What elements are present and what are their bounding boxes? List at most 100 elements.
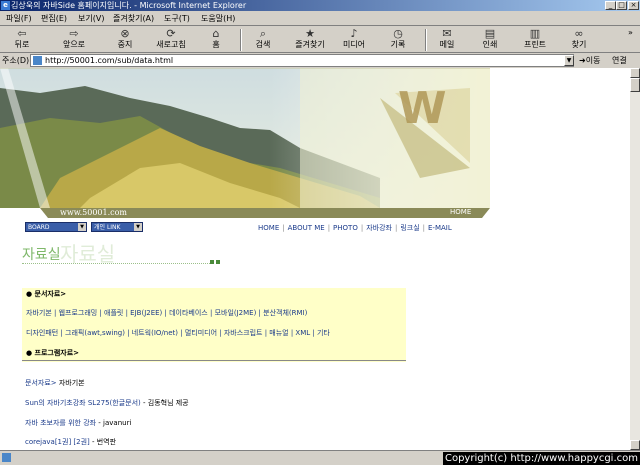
nav-links[interactable]: 링크실 bbox=[400, 224, 419, 232]
entry-link[interactable]: corejava[1권] [2권] bbox=[25, 438, 90, 446]
toolbar-overflow-icon[interactable]: » bbox=[628, 28, 633, 37]
menu-edit[interactable]: 편집(E) bbox=[41, 13, 67, 24]
back-button[interactable]: ⇦ 뒤로 bbox=[6, 28, 38, 52]
printer-icon: ▥ bbox=[529, 27, 541, 40]
media-icon: ♪ bbox=[350, 27, 358, 40]
vertical-scrollbar[interactable] bbox=[630, 68, 640, 450]
cat-mobile[interactable]: 모바일(J2ME) bbox=[215, 309, 257, 317]
address-label: 주소(D) bbox=[2, 56, 30, 65]
cat-database[interactable]: 데이타베이스 bbox=[169, 309, 208, 317]
history-icon: ◷ bbox=[393, 27, 403, 40]
status-bar: Copyright(c) http://www.happycgi.com bbox=[0, 450, 640, 465]
refresh-button[interactable]: ⟳ 새로고침 bbox=[152, 28, 190, 52]
svg-text:W: W bbox=[398, 83, 447, 134]
cat-web-programming[interactable]: 웹프로그래밍 bbox=[59, 309, 98, 317]
list-item: corejava[1권] [2권] - 번역판 bbox=[25, 438, 117, 446]
cat-rmi[interactable]: 분산객체(RMI) bbox=[263, 309, 307, 317]
home-icon: ⌂ bbox=[212, 27, 220, 40]
toolbar-separator bbox=[240, 29, 242, 51]
page-content: W www.50001.com HOME BOARD ▼ 개인 LINK ▼ H… bbox=[0, 68, 630, 450]
cat-manual[interactable]: 매뉴얼 bbox=[269, 329, 288, 337]
entry-link[interactable]: Sun의 자바기초강좌 SL275(한글문서) bbox=[25, 399, 141, 407]
category-row-2: 디자인패턴 | 그래픽(awt,swing) | 네트웍(IO/net) | 멀… bbox=[26, 329, 330, 337]
cat-applet[interactable]: 애플릿 bbox=[104, 309, 123, 317]
refresh-icon: ⟳ bbox=[166, 27, 176, 40]
address-input[interactable]: http://50001.com/sub/data.html bbox=[30, 54, 574, 67]
menu-help[interactable]: 도움말(H) bbox=[201, 13, 235, 24]
menu-tools[interactable]: 도구(T) bbox=[164, 13, 190, 24]
scroll-thumb[interactable] bbox=[630, 78, 640, 92]
chevron-down-icon: ▼ bbox=[78, 223, 86, 231]
forward-arrow-icon: ⇨ bbox=[69, 27, 79, 40]
history-button[interactable]: ◷ 기록 bbox=[386, 28, 410, 52]
favorites-icon: ★ bbox=[305, 27, 315, 40]
stop-icon: ⊗ bbox=[120, 27, 130, 40]
back-arrow-icon: ⇦ bbox=[17, 27, 27, 40]
cat-etc[interactable]: 기타 bbox=[317, 329, 330, 337]
minimize-button[interactable]: _ bbox=[605, 1, 616, 10]
cat-graphics[interactable]: 그래픽(awt,swing) bbox=[65, 329, 125, 337]
decor-square bbox=[216, 260, 220, 264]
scroll-down-button[interactable] bbox=[630, 440, 640, 450]
go-arrow-icon: ➜ bbox=[579, 56, 586, 65]
printer-icon: ▤ bbox=[484, 27, 496, 40]
home-button[interactable]: ⌂ 홈 bbox=[205, 28, 227, 52]
cat-java-basic[interactable]: 자바기본 bbox=[26, 309, 52, 317]
forward-button[interactable]: ⇨ 앞으로 bbox=[56, 28, 92, 52]
divider bbox=[22, 360, 406, 361]
breadcrumb: 문서자료> 자바기본 bbox=[25, 379, 85, 387]
address-bar: 주소(D) http://50001.com/sub/data.html ▼ ➜… bbox=[0, 53, 640, 68]
cat-xml[interactable]: XML bbox=[295, 329, 310, 337]
site-banner: W bbox=[0, 68, 490, 218]
print2-button[interactable]: ▥ 프린트 bbox=[520, 28, 550, 52]
links-button[interactable]: 연결 bbox=[612, 55, 627, 66]
nav-java-lecture[interactable]: 자바강좌 bbox=[366, 224, 392, 232]
list-item: 자바 초보자를 위한 강좌 - javanuri bbox=[25, 419, 132, 427]
find-button[interactable]: ∞ 찾기 bbox=[566, 28, 592, 52]
nav-photo[interactable]: PHOTO bbox=[333, 224, 358, 232]
personal-link-select[interactable]: 개인 LINK ▼ bbox=[91, 222, 143, 232]
close-button[interactable]: × bbox=[628, 1, 639, 10]
page-status-icon bbox=[2, 453, 11, 462]
media-button[interactable]: ♪ 미디어 bbox=[340, 28, 368, 52]
category-row-1: 자바기본 | 웹프로그래밍 | 애플릿 | EJB(J2EE) | 데이타베이스… bbox=[26, 309, 308, 317]
cat-multimedia[interactable]: 멀티미디어 bbox=[185, 329, 217, 337]
menu-view[interactable]: 보기(V) bbox=[78, 13, 104, 24]
breadcrumb-docs-link[interactable]: 문서자료> bbox=[25, 379, 57, 387]
print-button[interactable]: ▤ 인쇄 bbox=[478, 28, 502, 52]
nav-home[interactable]: HOME bbox=[258, 224, 279, 232]
top-navigation: HOME | ABOUT ME | PHOTO | 자바강좌 | 링크실 | E-MAIL bbox=[258, 224, 452, 232]
binoculars-icon: ∞ bbox=[574, 27, 584, 40]
entry-link[interactable]: 자바 초보자를 위한 강좌 bbox=[25, 419, 96, 427]
program-header[interactable]: ● 프로그램자료> bbox=[26, 348, 79, 358]
stop-button[interactable]: ⊗ 중지 bbox=[112, 28, 138, 52]
cat-design-pattern[interactable]: 디자인패턴 bbox=[26, 329, 58, 337]
cat-ejb[interactable]: EJB(J2EE) bbox=[130, 309, 162, 317]
menu-file[interactable]: 파일(F) bbox=[6, 13, 32, 24]
decor-square bbox=[210, 260, 214, 264]
title-underline bbox=[22, 263, 210, 265]
window-title: 김상욱의 자바Side 홈페이지입니다. - Microsoft Interne… bbox=[11, 1, 247, 10]
cat-network[interactable]: 네트웍(IO/net) bbox=[132, 329, 178, 337]
address-dropdown-button[interactable]: ▼ bbox=[564, 55, 574, 66]
maximize-button[interactable]: □ bbox=[616, 1, 627, 10]
search-icon: ⌕ bbox=[259, 27, 267, 40]
ie-icon[interactable]: e bbox=[1, 1, 10, 10]
section-title: 자료실 bbox=[22, 247, 61, 263]
mail-button[interactable]: ✉ 메일 bbox=[434, 28, 460, 52]
go-button[interactable]: ➜이동 bbox=[579, 55, 600, 66]
list-item: Sun의 자바기초강좌 SL275(한글문서) - 김동혁님 제공 bbox=[25, 399, 189, 407]
category-box bbox=[22, 288, 406, 362]
nav-email[interactable]: E-MAIL bbox=[428, 224, 452, 232]
board-select[interactable]: BOARD ▼ bbox=[25, 222, 87, 232]
favorites-button[interactable]: ★ 즐겨찾기 bbox=[290, 28, 330, 52]
scroll-up-button[interactable] bbox=[630, 68, 640, 78]
chevron-down-icon: ▼ bbox=[134, 223, 142, 231]
banner-home-link[interactable]: HOME bbox=[450, 208, 471, 216]
nav-about[interactable]: ABOUT ME bbox=[288, 224, 325, 232]
address-url: http://50001.com/sub/data.html bbox=[45, 56, 174, 65]
cat-javascript[interactable]: 자바스크립트 bbox=[224, 329, 263, 337]
search-button[interactable]: ⌕ 검색 bbox=[250, 28, 276, 52]
toolbar: ⇦ 뒤로 ⇨ 앞으로 ⊗ 중지 ⟳ 새로고침 ⌂ 홈 ⌕ 검색 ★ 즐겨찾기 ♪… bbox=[0, 25, 640, 53]
menu-favorites[interactable]: 즐겨찾기(A) bbox=[113, 13, 154, 24]
